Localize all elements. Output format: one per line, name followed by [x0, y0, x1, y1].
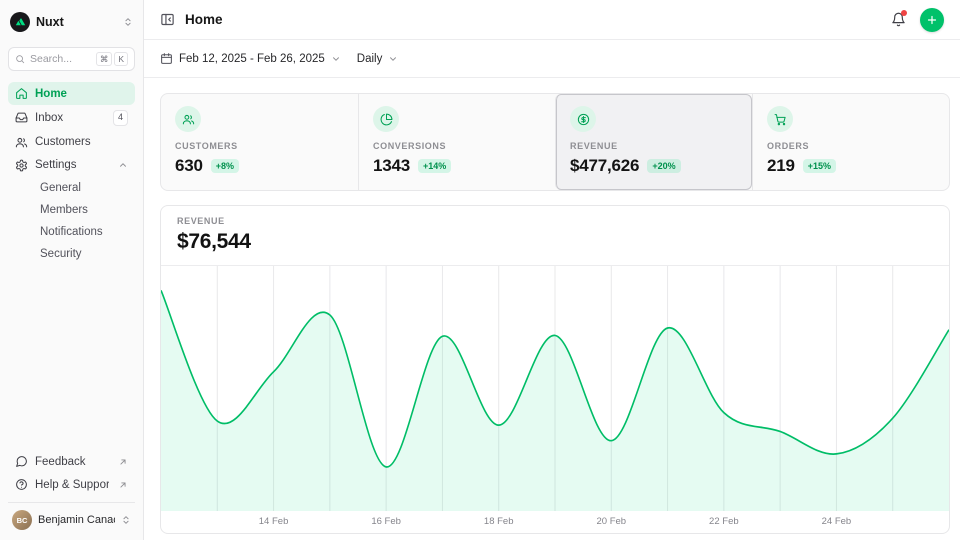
cart-icon — [767, 106, 793, 132]
sidebar-item-customers[interactable]: Customers — [8, 131, 135, 154]
brand-name: Nuxt — [36, 15, 117, 29]
granularity-select[interactable]: Daily — [357, 53, 399, 65]
search-placeholder: Search... — [30, 53, 72, 65]
stat-label: REVENUE — [570, 141, 738, 151]
chart-pie-icon — [373, 106, 399, 132]
sidebar-item-members[interactable]: Members — [8, 199, 135, 221]
search-icon — [15, 54, 25, 64]
sidebar-item-label: Customers — [35, 136, 128, 148]
stat-card-revenue[interactable]: REVENUE $477,626 +20% — [555, 94, 752, 190]
sidebar-item-label: Inbox — [35, 112, 106, 124]
x-axis-label: 24 Feb — [822, 516, 852, 527]
sidebar-item-settings[interactable]: Settings — [8, 154, 135, 177]
revenue-area-chart-svg — [161, 266, 949, 511]
home-icon — [15, 87, 28, 100]
chevron-down-icon — [388, 54, 398, 64]
kbd-k: K — [114, 52, 128, 66]
stat-value: 219 — [767, 156, 795, 176]
sidebar-nav: Home Inbox 4 Customers Settings General … — [8, 82, 135, 265]
nuxt-logo-icon — [10, 12, 30, 32]
x-axis-label: 16 Feb — [371, 516, 401, 527]
delta-badge: +20% — [647, 159, 680, 173]
sidebar-item-label: Help & Support — [35, 479, 109, 491]
collapse-sidebar-button[interactable] — [160, 12, 175, 27]
sidebar-item-feedback[interactable]: Feedback — [8, 450, 135, 473]
stat-label: ORDERS — [767, 141, 935, 151]
search-kbd: ⌘ K — [96, 52, 128, 66]
chart-title: REVENUE — [177, 216, 933, 226]
chart-plot-area[interactable] — [161, 266, 949, 511]
x-axis: 14 Feb 16 Feb 18 Feb 20 Feb 22 Feb 24 Feb — [161, 511, 949, 533]
date-range-picker[interactable]: Feb 12, 2025 - Feb 26, 2025 — [160, 52, 341, 65]
calendar-icon — [160, 52, 173, 65]
panel-left-icon — [160, 12, 175, 27]
sidebar-item-general[interactable]: General — [8, 177, 135, 199]
kbd-cmd: ⌘ — [96, 52, 113, 66]
settings-sub-items: General Members Notifications Security — [8, 177, 135, 265]
sidebar-footer: Feedback Help & Support BC Benjamin Cana… — [8, 450, 135, 532]
stat-label: CONVERSIONS — [373, 141, 541, 151]
plus-icon — [926, 14, 938, 26]
avatar: BC — [12, 510, 32, 530]
sidebar: Nuxt Search... ⌘ K Home Inbox 4 Customer… — [0, 0, 144, 540]
inbox-count-badge: 4 — [113, 110, 128, 126]
revenue-chart[interactable]: 14 Feb 16 Feb 18 Feb 20 Feb 22 Feb 24 Feb — [161, 266, 949, 533]
inbox-icon — [15, 111, 28, 124]
chevron-up-icon — [118, 160, 128, 170]
chart-headline-value: $76,544 — [177, 230, 933, 254]
x-axis-label: 22 Feb — [709, 516, 739, 527]
chevrons-up-down-icon — [123, 17, 133, 27]
sidebar-item-label: Feedback — [35, 456, 109, 468]
stats-row: CUSTOMERS 630 +8% CONVERSIONS 1343 +14% — [160, 93, 950, 191]
x-axis-label: 14 Feb — [259, 516, 289, 527]
external-link-icon — [118, 480, 128, 490]
sidebar-item-notifications[interactable]: Notifications — [8, 221, 135, 243]
message-bubble-icon — [15, 455, 28, 468]
chart-header: REVENUE $76,544 — [161, 206, 949, 266]
delta-badge: +8% — [211, 159, 239, 173]
notification-dot — [901, 10, 907, 16]
page-title: Home — [185, 12, 223, 27]
stat-value: 630 — [175, 156, 203, 176]
header-actions — [891, 8, 944, 32]
users-icon — [175, 106, 201, 132]
delta-badge: +14% — [418, 159, 451, 173]
external-link-icon — [118, 457, 128, 467]
revenue-chart-card: REVENUE $76,544 14 Feb 16 Feb 18 Feb 20 Feb… — [160, 205, 950, 534]
circle-dollar-icon — [570, 106, 596, 132]
delta-badge: +15% — [803, 159, 836, 173]
notifications-button[interactable] — [891, 12, 906, 27]
help-circle-icon — [15, 478, 28, 491]
granularity-label: Daily — [357, 53, 383, 65]
x-axis-label: 20 Feb — [596, 516, 626, 527]
sidebar-item-label: Home — [35, 88, 128, 100]
page-header: Home — [144, 0, 960, 40]
filters-toolbar: Feb 12, 2025 - Feb 26, 2025 Daily — [144, 40, 960, 78]
sidebar-item-label: Settings — [35, 159, 111, 171]
stat-value: 1343 — [373, 156, 410, 176]
stat-label: CUSTOMERS — [175, 141, 344, 151]
users-icon — [15, 136, 28, 149]
chevrons-up-down-icon — [121, 515, 131, 525]
stat-value: $477,626 — [570, 156, 639, 176]
sidebar-item-inbox[interactable]: Inbox 4 — [8, 105, 135, 131]
user-menu[interactable]: BC Benjamin Canac — [8, 502, 135, 532]
sidebar-item-security[interactable]: Security — [8, 243, 135, 265]
main-panel: Home Feb 12, 2025 - Feb 26, 2025 Daily — [144, 0, 960, 540]
dashboard-content: CUSTOMERS 630 +8% CONVERSIONS 1343 +14% — [144, 78, 960, 540]
sidebar-item-home[interactable]: Home — [8, 82, 135, 105]
date-range-label: Feb 12, 2025 - Feb 26, 2025 — [179, 53, 325, 65]
stat-card-customers[interactable]: CUSTOMERS 630 +8% — [161, 94, 358, 190]
workspace-switcher[interactable]: Nuxt — [8, 10, 135, 34]
stat-card-orders[interactable]: ORDERS 219 +15% — [752, 94, 949, 190]
user-name: Benjamin Canac — [38, 514, 115, 526]
x-axis-label: 18 Feb — [484, 516, 514, 527]
stat-card-conversions[interactable]: CONVERSIONS 1343 +14% — [358, 94, 555, 190]
settings-gear-icon — [15, 159, 28, 172]
sidebar-item-help-support[interactable]: Help & Support — [8, 473, 135, 496]
add-button[interactable] — [920, 8, 944, 32]
chevron-down-icon — [331, 54, 341, 64]
search-input[interactable]: Search... ⌘ K — [8, 47, 135, 71]
